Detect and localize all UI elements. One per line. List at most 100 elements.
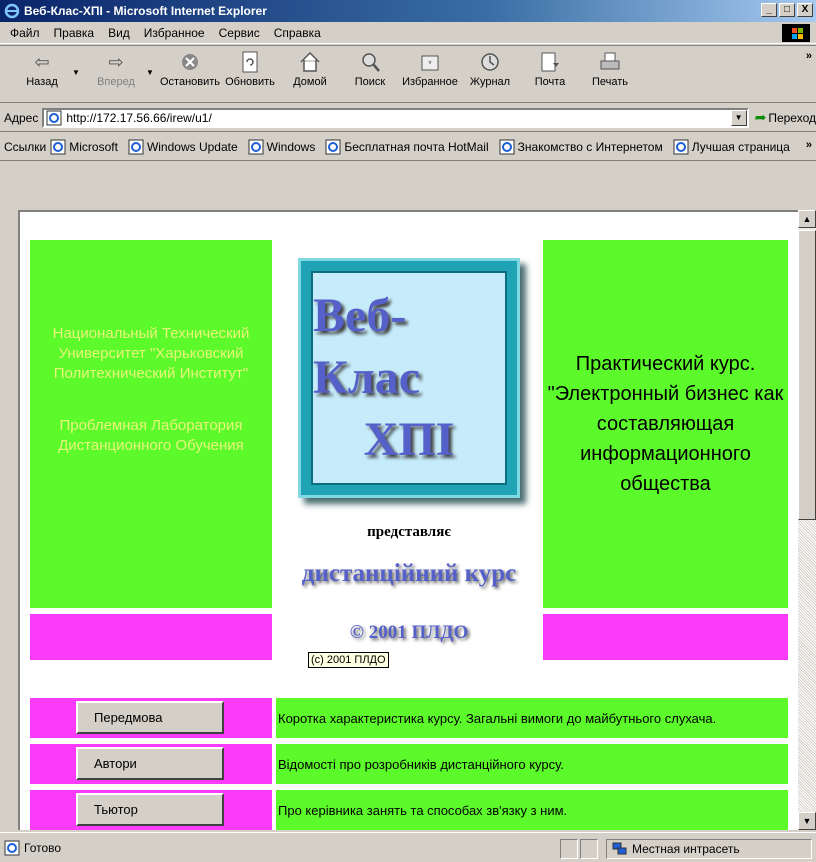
mail-button[interactable]: Почта: [520, 50, 580, 102]
address-input[interactable]: http://172.17.56.66/irew/u1/ ▼: [42, 107, 749, 128]
logo-line1: Веб-Клас: [313, 289, 421, 404]
history-button[interactable]: Журнал: [460, 50, 520, 102]
copyright-text: © 2001 ПЛДО: [349, 622, 469, 643]
address-url: http://172.17.56.66/irew/u1/: [66, 110, 212, 125]
tutor-button[interactable]: Тьютор: [76, 793, 224, 826]
left-magenta-strip: [30, 614, 272, 660]
logo-inner: Веб-Клас ХПІ: [311, 271, 507, 485]
scroll-up-icon[interactable]: ▲: [798, 210, 816, 228]
vertical-scrollbar[interactable]: ▲ ▼: [798, 210, 816, 830]
row-left-cell: Передмова: [30, 698, 272, 738]
course-title: Практический курс. "Электронный бизнес к…: [547, 353, 784, 495]
link-label: Бесплатная почта HotMail: [344, 139, 489, 154]
security-zone: Местная интрасеть: [612, 839, 740, 859]
row-left-cell: Автори: [30, 744, 272, 784]
mail-label: Почта: [534, 76, 566, 88]
page-icon: [673, 139, 689, 154]
logo-line2: ХПІ: [363, 413, 455, 466]
go-arrow-icon: ➦: [754, 109, 767, 125]
windows-logo-icon: [782, 24, 810, 42]
back-button[interactable]: ⇦ Назад: [12, 50, 72, 102]
close-button[interactable]: X: [797, 3, 813, 17]
minimize-button[interactable]: _: [761, 3, 777, 17]
nav-row: Передмова Коротка характеристика курсу. …: [30, 698, 788, 738]
forward-button[interactable]: ⇨ Вперед: [86, 50, 146, 102]
status-panel: [560, 839, 578, 859]
menu-favorites[interactable]: Избранное: [144, 26, 205, 40]
search-icon: [358, 50, 382, 74]
standard-toolbar: ⇦ Назад ▼ ⇨ Вперед ▼ Остановить Обновить…: [0, 45, 816, 103]
links-label: Ссылки: [4, 139, 47, 154]
scroll-down-icon[interactable]: ▼: [798, 812, 816, 830]
menu-file[interactable]: Файл: [10, 26, 40, 40]
page-icon: [248, 139, 264, 154]
links-more-icon[interactable]: »: [806, 139, 812, 151]
svg-text:*: *: [428, 59, 432, 69]
web-class-logo: Веб-Клас ХПІ: [298, 258, 520, 498]
links-bar: Ссылки Microsoft Windows Update Windows …: [0, 133, 816, 161]
menu-view[interactable]: Вид: [108, 26, 130, 40]
page-icon: [128, 139, 144, 154]
address-label: Адрес: [4, 110, 39, 125]
ie-icon: [4, 3, 20, 19]
university-box: Национальный Технический Университет "Ха…: [30, 240, 272, 608]
home-label: Домой: [293, 76, 327, 88]
link-internet-intro[interactable]: Знакомство с Интернетом: [499, 139, 663, 155]
search-button[interactable]: Поиск: [340, 50, 400, 102]
forward-arrow-icon: ⇨: [108, 51, 124, 72]
page-icon: [4, 840, 20, 855]
window-title: Веб-Клас-ХПІ - Microsoft Internet Explor…: [24, 4, 267, 18]
row-left-cell: Тьютор: [30, 790, 272, 830]
preface-button[interactable]: Передмова: [76, 701, 224, 734]
go-label: Переход: [768, 110, 816, 125]
page-icon: [50, 139, 66, 154]
menu-help[interactable]: Справка: [274, 26, 321, 40]
toolbar-more-icon[interactable]: »: [806, 50, 812, 62]
link-label: Знакомство с Интернетом: [517, 139, 663, 154]
title-bar: Веб-Клас-ХПІ - Microsoft Internet Explor…: [0, 0, 816, 22]
authors-button[interactable]: Автори: [76, 747, 224, 780]
favorites-button[interactable]: * Избранное: [400, 50, 460, 102]
back-label: Назад: [26, 76, 58, 88]
favorites-icon: *: [418, 50, 442, 74]
menu-tools[interactable]: Сервис: [219, 26, 260, 40]
go-button[interactable]: ➦ Переход: [755, 109, 816, 126]
address-bar: Адрес http://172.17.56.66/irew/u1/ ▼ ➦ П…: [0, 104, 816, 132]
menu-bar: Файл Правка Вид Избранное Сервис Справка: [0, 22, 816, 44]
course-type-text: дистанційний курс: [301, 560, 517, 587]
page-icon: [499, 139, 515, 154]
stop-button[interactable]: Остановить: [160, 50, 220, 102]
history-icon: [478, 50, 502, 74]
back-dropdown-icon[interactable]: ▼: [72, 68, 86, 77]
lab-name: Проблемная Лаборатория Дистанционного Об…: [58, 417, 244, 454]
print-button[interactable]: Печать: [580, 50, 640, 102]
link-label: Microsoft: [69, 139, 118, 154]
link-windows[interactable]: Windows: [248, 139, 315, 155]
printer-icon: [598, 50, 622, 74]
page-icon: [325, 139, 341, 154]
nav-rows: Передмова Коротка характеристика курсу. …: [30, 698, 788, 830]
forward-dropdown-icon[interactable]: ▼: [146, 68, 160, 77]
row-description: Коротка характеристика курсу. Загальні в…: [276, 698, 788, 738]
right-magenta-strip: [543, 614, 788, 660]
link-hotmail[interactable]: Бесплатная почта HotMail: [325, 139, 489, 155]
copyright-tooltip: (c) 2001 ПЛДО: [308, 652, 389, 668]
home-button[interactable]: Домой: [280, 50, 340, 102]
intranet-icon: [612, 842, 627, 855]
row-description: Про керівника занять та способах зв'язку…: [276, 790, 788, 830]
mail-icon: [538, 50, 562, 74]
link-windows-update[interactable]: Windows Update: [128, 139, 238, 155]
status-text: Готово: [24, 840, 62, 855]
link-label: Лучшая страница: [691, 139, 790, 154]
scroll-thumb[interactable]: [798, 230, 816, 520]
maximize-button[interactable]: □: [779, 3, 795, 17]
link-best-page[interactable]: Лучшая страница: [673, 139, 790, 155]
address-dropdown-icon[interactable]: ▼: [730, 109, 747, 126]
menu-edit[interactable]: Правка: [54, 26, 95, 40]
stop-label: Остановить: [159, 76, 221, 88]
row-description: Відомості про розробників дистанційного …: [276, 744, 788, 784]
refresh-button[interactable]: Обновить: [220, 50, 280, 102]
refresh-icon: [238, 50, 262, 74]
print-label: Печать: [591, 76, 629, 88]
link-microsoft[interactable]: Microsoft: [50, 139, 118, 155]
